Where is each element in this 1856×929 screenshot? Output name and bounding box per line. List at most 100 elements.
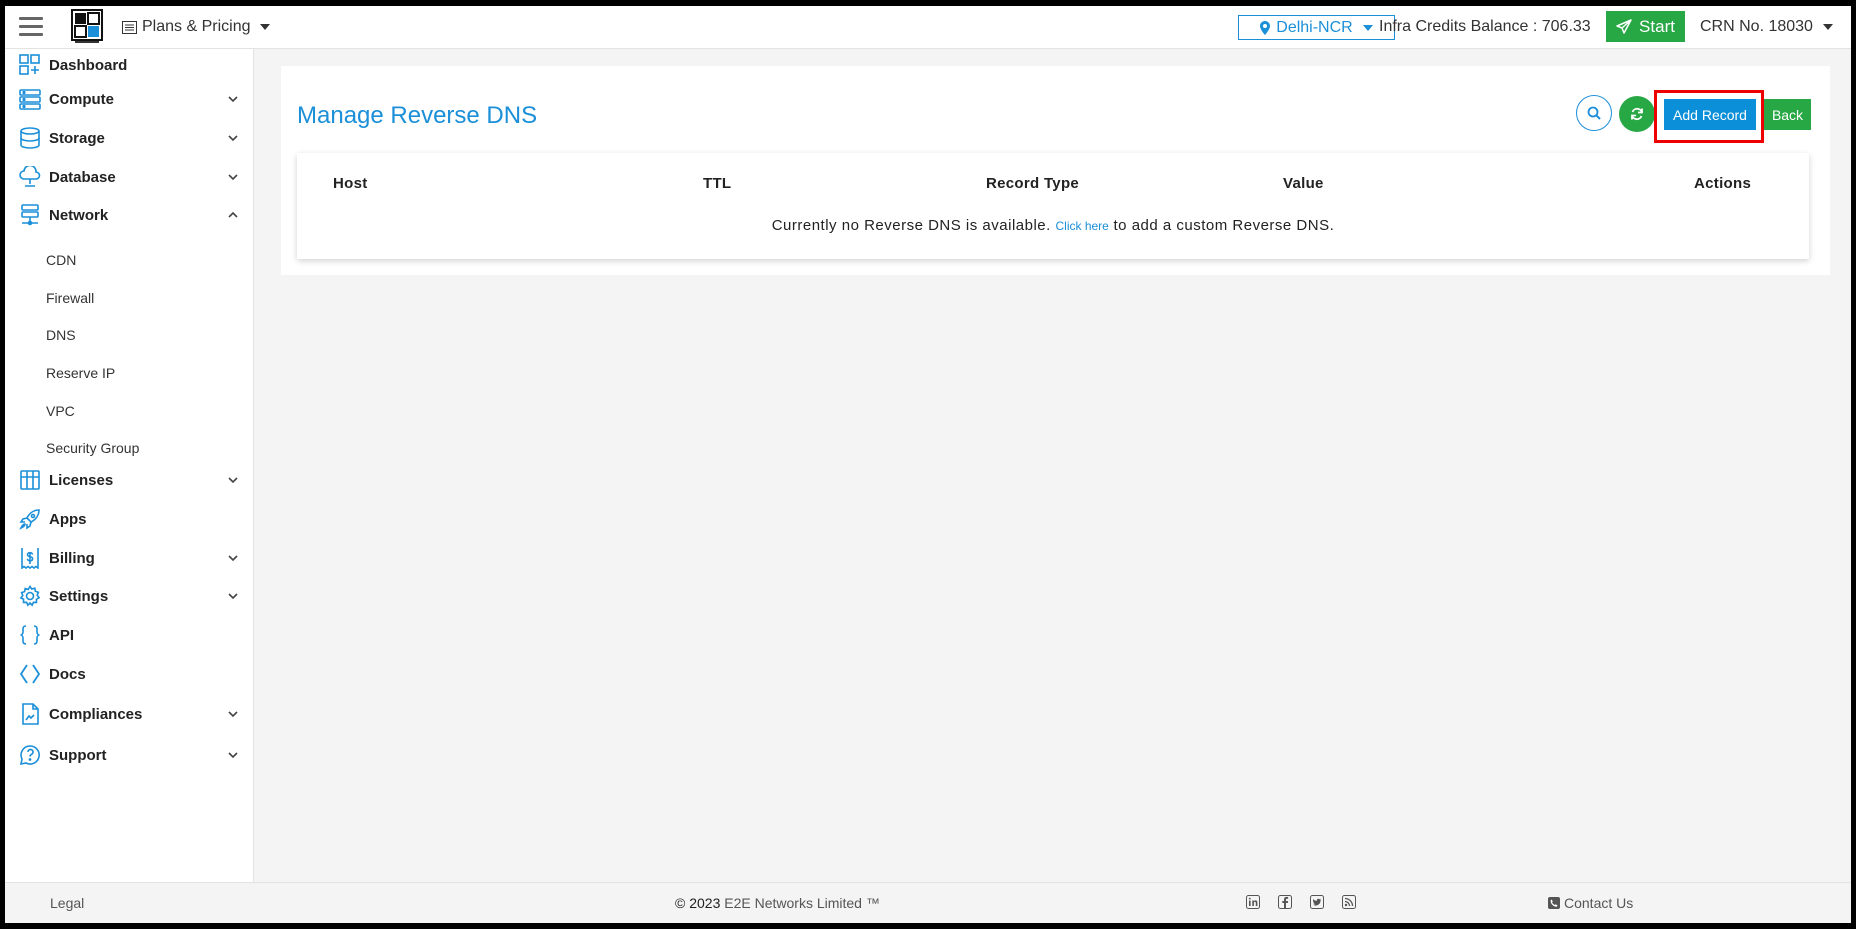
storage-icon	[19, 127, 41, 149]
map-marker-icon	[1260, 20, 1271, 35]
sidebar-subitem-firewall[interactable]: Firewall	[46, 287, 94, 309]
search-button[interactable]	[1576, 95, 1612, 131]
sidebar-item-api[interactable]: API	[5, 619, 254, 651]
column-header-value: Value	[1283, 175, 1324, 192]
start-button[interactable]: Start	[1606, 11, 1685, 42]
chevron-down-icon	[259, 24, 270, 30]
rocket-icon	[19, 508, 41, 530]
chevron-down-icon	[228, 752, 238, 759]
question-chat-icon	[19, 744, 41, 766]
chevron-down-icon	[228, 593, 238, 600]
legal-link[interactable]: Legal	[50, 895, 84, 911]
region-label: Delhi-NCR	[1276, 18, 1353, 36]
app-window: Plans & Pricing Delhi-NCR Infra Credits …	[5, 6, 1851, 923]
column-header-ttl: TTL	[703, 175, 732, 192]
sidebar-item-storage[interactable]: Storage	[5, 122, 254, 154]
sidebar-item-network[interactable]: Network	[5, 199, 254, 231]
empty-prefix: Currently no Reverse DNS is available.	[771, 217, 1051, 234]
sidebar-item-compliances[interactable]: Compliances	[5, 698, 254, 730]
dashboard-icon	[19, 54, 41, 76]
rss-icon[interactable]	[1342, 895, 1356, 909]
footer: Legal © 2023 E2E Networks Limited ™ Cont…	[5, 882, 1851, 923]
column-header-record-type: Record Type	[986, 175, 1080, 192]
add-reverse-dns-link[interactable]: Click here	[1055, 219, 1108, 233]
sidebar-item-apps[interactable]: Apps	[5, 503, 254, 535]
top-navbar: Plans & Pricing Delhi-NCR Infra Credits …	[5, 6, 1851, 49]
billing-icon	[19, 547, 41, 569]
infra-credits-balance: Infra Credits Balance : 706.33	[1379, 18, 1591, 35]
column-header-host: Host	[333, 175, 368, 192]
crn-label: CRN No. 18030	[1700, 18, 1813, 35]
sidebar-item-label: Settings	[49, 587, 109, 605]
sidebar-item-label: Database	[49, 168, 116, 186]
database-icon	[19, 166, 41, 188]
sidebar-item-settings[interactable]: Settings	[5, 580, 254, 612]
search-icon	[1587, 106, 1601, 120]
sidebar-item-database[interactable]: Database	[5, 161, 254, 193]
sidebar-item-support[interactable]: Support	[5, 739, 254, 771]
company-name: E2E Networks Limited ™	[724, 895, 880, 911]
empty-suffix: to add a custom Reverse DNS.	[1113, 217, 1335, 234]
sidebar-subitem-security-group[interactable]: Security Group	[46, 437, 139, 459]
back-button[interactable]: Back	[1764, 99, 1811, 130]
sidebar-item-billing[interactable]: Billing	[5, 542, 254, 574]
sidebar-item-dashboard[interactable]: Dashboard	[5, 49, 254, 81]
e2e-logo[interactable]	[71, 9, 103, 45]
start-label: Start	[1639, 16, 1675, 36]
sidebar-item-label: Support	[49, 746, 107, 764]
gear-icon	[19, 585, 41, 607]
sidebar-item-compute[interactable]: Compute	[5, 83, 254, 115]
crn-account-menu[interactable]: CRN No. 18030	[1700, 18, 1833, 36]
main-panel: Manage Reverse DNS Add Record Back Host …	[281, 66, 1830, 275]
column-header-actions: Actions	[1694, 175, 1752, 192]
chevron-down-icon	[1822, 24, 1833, 30]
compute-icon	[19, 88, 41, 110]
copyright: © 2023 E2E Networks Limited ™	[675, 895, 880, 911]
sidebar-subitem-reserve-ip[interactable]: Reserve IP	[46, 362, 115, 384]
sidebar-item-docs[interactable]: Docs	[5, 658, 254, 690]
copyright-year: © 2023	[675, 895, 721, 911]
reverse-dns-table: Host TTL Record Type Value Actions Curre…	[297, 153, 1809, 259]
sidebar-item-licenses[interactable]: Licenses	[5, 464, 254, 496]
chevron-down-icon	[228, 174, 238, 181]
empty-state-message: Currently no Reverse DNS is available. C…	[297, 217, 1809, 234]
region-selector[interactable]: Delhi-NCR	[1238, 15, 1395, 40]
facebook-icon[interactable]	[1278, 895, 1292, 909]
page-title: Manage Reverse DNS	[297, 102, 538, 129]
chevron-down-icon	[228, 555, 238, 562]
paper-plane-icon	[1616, 18, 1632, 34]
sidebar-item-label: Docs	[49, 665, 86, 683]
hamburger-menu-icon[interactable]	[19, 12, 43, 38]
sidebar-item-label: Compliances	[49, 705, 143, 723]
network-icon	[19, 204, 41, 226]
sidebar-item-label: Billing	[49, 549, 95, 567]
chevron-up-icon	[228, 211, 238, 218]
code-icon	[19, 663, 41, 685]
refresh-button[interactable]	[1619, 96, 1655, 132]
curly-braces-icon	[19, 624, 41, 646]
sidebar-item-label: Network	[49, 206, 109, 224]
chevron-down-icon	[228, 477, 238, 484]
sidebar-item-label: Storage	[49, 129, 105, 147]
phone-icon	[1548, 897, 1560, 909]
plans-pricing-label: Plans & Pricing	[142, 18, 251, 35]
list-icon	[122, 20, 137, 34]
contact-us-label: Contact Us	[1564, 895, 1634, 911]
add-record-button[interactable]: Add Record	[1664, 99, 1756, 130]
plans-pricing-menu[interactable]: Plans & Pricing	[122, 18, 270, 36]
sidebar: Dashboard Compute Storage Database Netwo…	[5, 49, 254, 887]
sidebar-subitem-vpc[interactable]: VPC	[46, 400, 75, 422]
linkedin-icon[interactable]	[1246, 895, 1260, 909]
sidebar-subitem-dns[interactable]: DNS	[46, 324, 76, 346]
sidebar-item-label: Compute	[49, 90, 114, 108]
chevron-down-icon	[228, 135, 238, 142]
contact-us-link[interactable]: Contact Us	[1548, 895, 1633, 911]
twitter-icon[interactable]	[1310, 895, 1324, 909]
sidebar-item-label: API	[49, 626, 75, 644]
chevron-down-icon	[228, 711, 238, 718]
sidebar-subitem-cdn[interactable]: CDN	[46, 249, 76, 271]
refresh-icon	[1631, 107, 1643, 121]
licenses-icon	[19, 469, 41, 491]
sidebar-item-label: Licenses	[49, 471, 114, 489]
chevron-down-icon	[228, 96, 238, 103]
